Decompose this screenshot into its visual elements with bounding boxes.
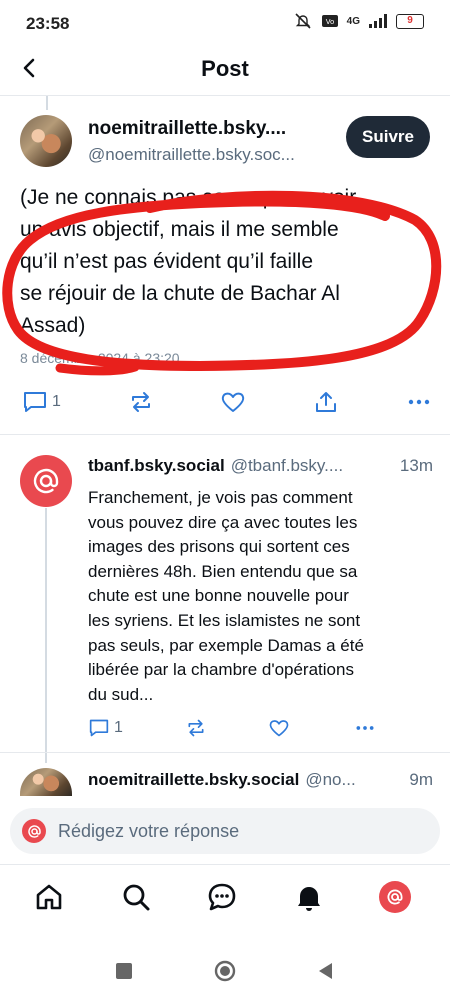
more-icon — [356, 726, 374, 730]
main-post-author-name[interactable]: noemitraillette.bsky.... — [88, 118, 338, 140]
reply-text-line: images des prisons qui sortent ces — [88, 537, 350, 557]
bottom-nav — [0, 864, 450, 930]
post-text-line: se réjouir de la chute de Bachar Al — [20, 282, 340, 305]
reply-text-line: libérée par la chambre d'opérations — [88, 660, 354, 680]
more-icon — [408, 399, 430, 405]
status-icons: Vo 4G 9 — [293, 12, 424, 30]
reply-text-line: les syriens. Et les islamistes ne sont — [88, 610, 361, 630]
chat-icon — [208, 883, 236, 911]
network-type: 4G — [346, 15, 360, 27]
share-icon — [316, 392, 337, 412]
nav-notifications[interactable] — [291, 879, 327, 915]
reply-button[interactable]: 1 — [22, 390, 61, 414]
system-nav-bar — [0, 940, 450, 1000]
main-post-avatar[interactable] — [20, 115, 72, 167]
reply-divider — [0, 752, 450, 753]
post-text-line: qu’il n’est pas évident qu’il faille — [20, 250, 314, 273]
reply-text-line: dernières 48h. Bien entendu que sa — [88, 561, 358, 581]
bell-icon — [298, 887, 320, 911]
reply-text-line: du sud... — [88, 684, 154, 704]
post-divider — [0, 434, 450, 435]
battery-icon: 9 — [396, 13, 424, 29]
next-reply-avatar[interactable] — [20, 768, 72, 796]
reply-text-line: chute est une bonne nouvelle pour — [88, 586, 349, 606]
status-bar: 23:58 Vo 4G 9 — [0, 0, 450, 44]
share-button[interactable] — [313, 390, 339, 414]
home-circle-icon[interactable] — [214, 960, 236, 982]
thread-line-top — [46, 96, 48, 110]
main-post-text: (Je ne connais pas assez pour avoir un a… — [20, 182, 435, 342]
heart-icon — [222, 392, 245, 412]
page-title: Post — [201, 56, 249, 81]
recent-apps-icon[interactable] — [115, 962, 133, 980]
next-reply-time: 9m — [409, 770, 433, 789]
at-sign-icon — [33, 468, 59, 494]
status-time: 23:58 — [26, 14, 70, 33]
nav-home[interactable] — [31, 879, 67, 915]
nav-profile[interactable] — [377, 879, 413, 915]
reply-actions: 1 — [88, 718, 378, 738]
reply-text-line: vous pouvez dire ça avec toutes les — [88, 512, 358, 532]
main-post-actions: 1 — [22, 390, 432, 414]
like-button[interactable] — [220, 390, 246, 414]
reply-reply-count: 1 — [114, 719, 123, 736]
reply-count: 1 — [52, 393, 61, 410]
next-reply-header: noemitraillette.bsky.social @no... 9m — [88, 770, 433, 790]
heart-icon — [269, 720, 289, 737]
thread-line — [45, 508, 47, 763]
reply-author-name[interactable]: tbanf.bsky.social — [88, 456, 225, 476]
reply-more-button[interactable] — [352, 718, 378, 738]
reply-header: tbanf.bsky.social @tbanf.bsky.... 13m — [88, 456, 433, 476]
repost-icon — [188, 719, 204, 737]
reply-like-button[interactable] — [268, 718, 290, 738]
signal-icon — [369, 14, 387, 28]
volte-icon: Vo — [321, 15, 338, 27]
battery-level: 9 — [407, 14, 413, 26]
svg-text:Vo: Vo — [325, 18, 334, 26]
reply-composer[interactable]: Rédigez votre réponse — [10, 808, 440, 854]
more-button[interactable] — [406, 390, 432, 414]
reply-author-handle[interactable]: @tbanf.bsky.... — [231, 456, 343, 476]
post-text-line: un avis objectif, mais il me semble — [20, 218, 339, 241]
next-reply-author-name[interactable]: noemitraillette.bsky.social — [88, 770, 299, 790]
reply-time: 13m — [399, 456, 433, 475]
top-bar: Post — [0, 44, 450, 96]
comment-icon — [24, 392, 46, 412]
repost-button[interactable] — [128, 390, 154, 414]
reply-text-line: pas seuls, par exemple Damas a été — [88, 635, 364, 655]
mute-icon — [295, 13, 311, 29]
next-reply-author-handle[interactable]: @no... — [305, 770, 355, 790]
at-sign-icon — [27, 824, 41, 838]
back-triangle-icon[interactable] — [316, 961, 334, 981]
comment-icon — [89, 719, 109, 737]
follow-button[interactable]: Suivre — [346, 116, 430, 158]
composer-placeholder[interactable]: Rédigez votre réponse — [58, 821, 239, 842]
reply-text: Franchement, je vois pas comment vous po… — [88, 486, 423, 707]
repost-icon — [131, 392, 150, 412]
post-text-line: (Je ne connais pas assez pour avoir — [20, 186, 357, 209]
composer-avatar — [22, 819, 46, 843]
main-post-date: 8 décembre 2024 à 23:20 — [20, 350, 180, 366]
home-icon — [36, 884, 62, 910]
profile-avatar — [379, 881, 411, 913]
reply-avatar[interactable] — [20, 455, 72, 507]
search-icon — [123, 884, 150, 911]
reply-repost-button[interactable] — [185, 718, 207, 738]
main-post-author-handle[interactable]: @noemitraillette.bsky.soc... — [88, 145, 338, 165]
reply-reply-button[interactable]: 1 — [88, 718, 123, 738]
nav-messages[interactable] — [204, 879, 240, 915]
nav-search[interactable] — [118, 879, 154, 915]
post-text-line: Assad) — [20, 314, 86, 337]
reply-text-line: Franchement, je vois pas comment — [88, 488, 353, 507]
at-sign-icon — [387, 889, 403, 905]
